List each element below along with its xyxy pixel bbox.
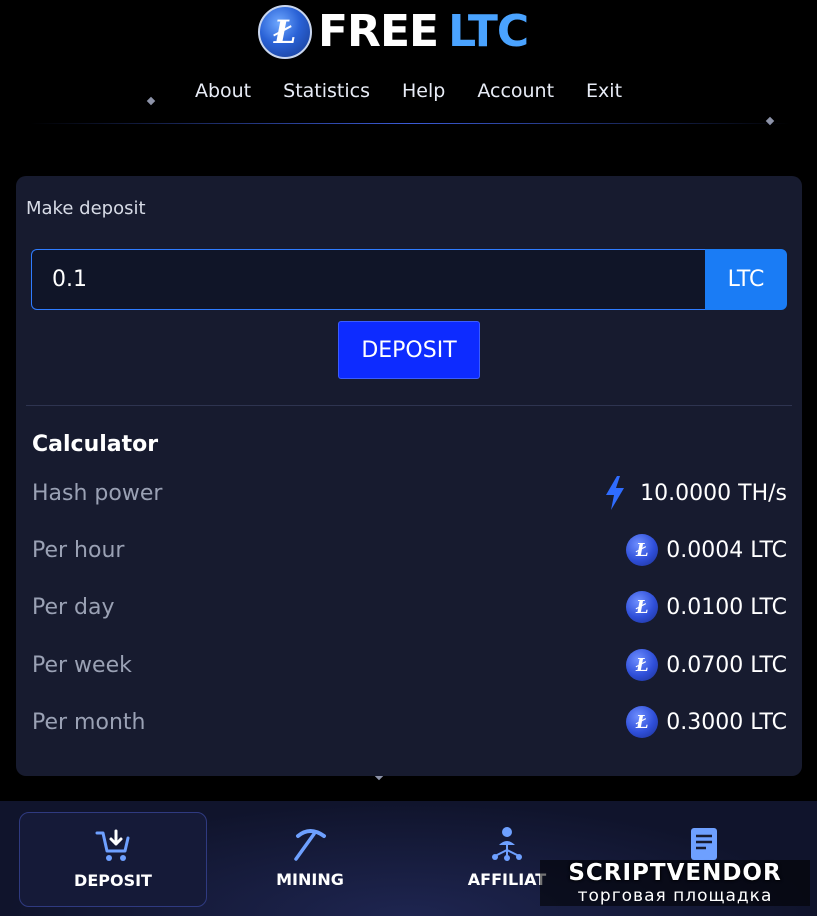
watermark-title: SCRIPTVENDOR: [540, 860, 810, 886]
brand-name: FREE LTC: [318, 2, 529, 62]
deposit-title: Make deposit: [26, 198, 146, 219]
tab-label: MINING: [276, 870, 344, 889]
nav-about[interactable]: About: [195, 76, 251, 106]
calc-value: Ł 0.3000 LTC: [626, 706, 787, 738]
calc-label: Per day: [32, 594, 115, 620]
calc-value: Ł 0.0700 LTC: [626, 649, 787, 681]
tab-deposit[interactable]: DEPOSIT: [19, 812, 207, 907]
calc-amount: 0.0100 LTC: [666, 594, 787, 620]
hash-power-value: 10.0000 TH/s: [640, 480, 787, 506]
deposit-card: Make deposit LTC DEPOSIT Calculator Hash…: [16, 176, 802, 776]
card-divider: [26, 405, 792, 406]
calc-value: 10.0000 TH/s: [604, 476, 787, 510]
calc-row-per-week: Per week Ł 0.0700 LTC: [32, 645, 787, 685]
nav-help[interactable]: Help: [402, 76, 445, 106]
calc-value: Ł 0.0100 LTC: [626, 591, 787, 623]
calculator-title: Calculator: [32, 432, 159, 457]
deposit-input-group: LTC: [31, 249, 787, 310]
calc-amount: 0.0004 LTC: [666, 537, 787, 563]
brand-name-ltc: LTC: [448, 6, 529, 57]
brand-logo[interactable]: Ł FREE LTC: [258, 2, 529, 62]
litecoin-icon: Ł: [626, 534, 659, 566]
nav-divider: [30, 123, 790, 124]
calc-row-per-day: Per day Ł 0.0100 LTC: [32, 587, 787, 627]
header: Ł FREE LTC About Statistics Help Account …: [0, 0, 817, 140]
calc-label: Per week: [32, 652, 132, 678]
nav-exit[interactable]: Exit: [586, 76, 622, 106]
calc-label: Per month: [32, 709, 146, 735]
tab-label: AFFILIAT: [467, 870, 547, 889]
calc-row-per-hour: Per hour Ł 0.0004 LTC: [32, 530, 787, 570]
litecoin-icon: Ł: [626, 591, 659, 623]
calc-label: Hash power: [32, 480, 163, 506]
calc-value: Ł 0.0004 LTC: [626, 534, 787, 566]
watermark: SCRIPTVENDOR торговая площадка: [540, 860, 810, 910]
brand-name-free: FREE: [318, 6, 439, 57]
top-nav: About Statistics Help Account Exit: [0, 76, 817, 106]
calc-row-per-month: Per month Ł 0.3000 LTC: [32, 702, 787, 742]
nav-account[interactable]: Account: [477, 76, 554, 106]
nav-statistics[interactable]: Statistics: [283, 76, 370, 106]
calc-amount: 0.0700 LTC: [666, 652, 787, 678]
tab-mining[interactable]: MINING: [216, 812, 404, 907]
litecoin-logo-icon: Ł: [258, 5, 312, 59]
currency-addon: LTC: [705, 249, 787, 310]
calc-row-hash-power: Hash power 10.0000 TH/s: [32, 473, 787, 513]
tab-label: DEPOSIT: [74, 871, 152, 890]
deposit-button[interactable]: DEPOSIT: [338, 321, 480, 379]
cart-download-icon: [95, 829, 130, 861]
deposit-amount-input[interactable]: [31, 249, 705, 310]
calc-label: Per hour: [32, 537, 125, 563]
document-icon: [691, 828, 717, 860]
bolt-icon: [606, 476, 625, 510]
watermark-subtitle: торговая площадка: [540, 886, 810, 906]
pickaxe-icon: [294, 829, 326, 861]
network-icon: [492, 827, 522, 861]
litecoin-icon: Ł: [626, 706, 659, 738]
litecoin-icon: Ł: [626, 649, 659, 681]
calc-amount: 0.3000 LTC: [666, 709, 787, 735]
